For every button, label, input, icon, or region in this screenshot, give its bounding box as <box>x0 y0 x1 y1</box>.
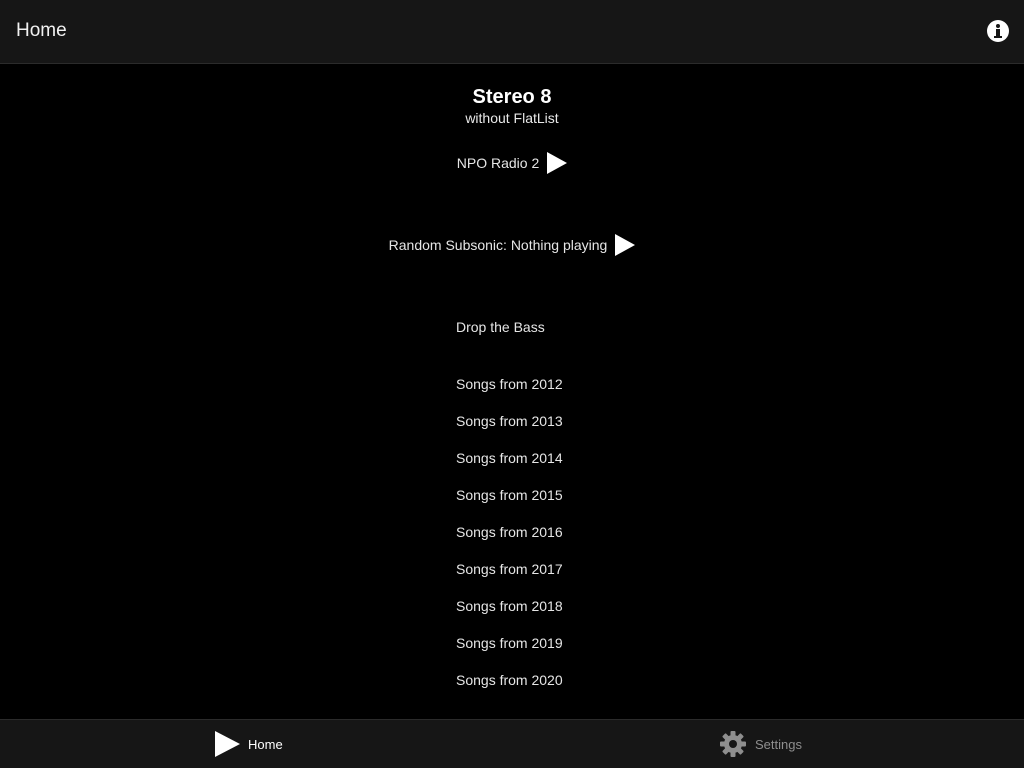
app-title: Stereo 8 <box>472 86 552 108</box>
playlist-item[interactable]: Songs from 2016 <box>456 524 563 540</box>
playlist-item[interactable]: Songs from 2012 <box>456 376 563 392</box>
stream-random-subsonic[interactable]: Random Subsonic: Nothing playing <box>0 234 1024 256</box>
header-title: Home <box>16 20 67 41</box>
playlist-item[interactable]: Songs from 2019 <box>456 635 563 651</box>
app-header: Home <box>0 0 1024 64</box>
playlist-item[interactable]: Songs from 2017 <box>456 561 563 577</box>
play-icon[interactable] <box>615 234 636 256</box>
playlist-item[interactable]: Songs from 2015 <box>456 487 563 503</box>
play-icon <box>215 731 240 757</box>
tab-home[interactable]: Home <box>215 720 283 768</box>
playlist-item[interactable]: Drop the Bass <box>456 319 545 335</box>
info-icon[interactable] <box>987 20 1009 42</box>
tab-home-label: Home <box>248 736 283 752</box>
stream-label: NPO Radio 2 <box>456 155 540 171</box>
tab-bar: Home Settings <box>0 719 1024 768</box>
tab-settings-label: Settings <box>755 736 802 752</box>
home-screen: Stereo 8 without FlatList NPO Radio 2 Ra… <box>0 64 1024 719</box>
stream-npo-radio-2[interactable]: NPO Radio 2 <box>0 152 1024 174</box>
playlist-item[interactable]: Songs from 2018 <box>456 598 563 614</box>
playlist-item[interactable]: Songs from 2013 <box>456 413 563 429</box>
tab-settings[interactable]: Settings <box>719 720 802 768</box>
stream-label: Random Subsonic: Nothing playing <box>388 237 608 253</box>
app-subtitle: without FlatList <box>465 110 559 126</box>
playlist-item[interactable]: Songs from 2014 <box>456 450 563 466</box>
gear-icon <box>720 731 746 757</box>
play-icon[interactable] <box>547 152 568 174</box>
playlist-item[interactable]: Songs from 2020 <box>456 672 563 688</box>
